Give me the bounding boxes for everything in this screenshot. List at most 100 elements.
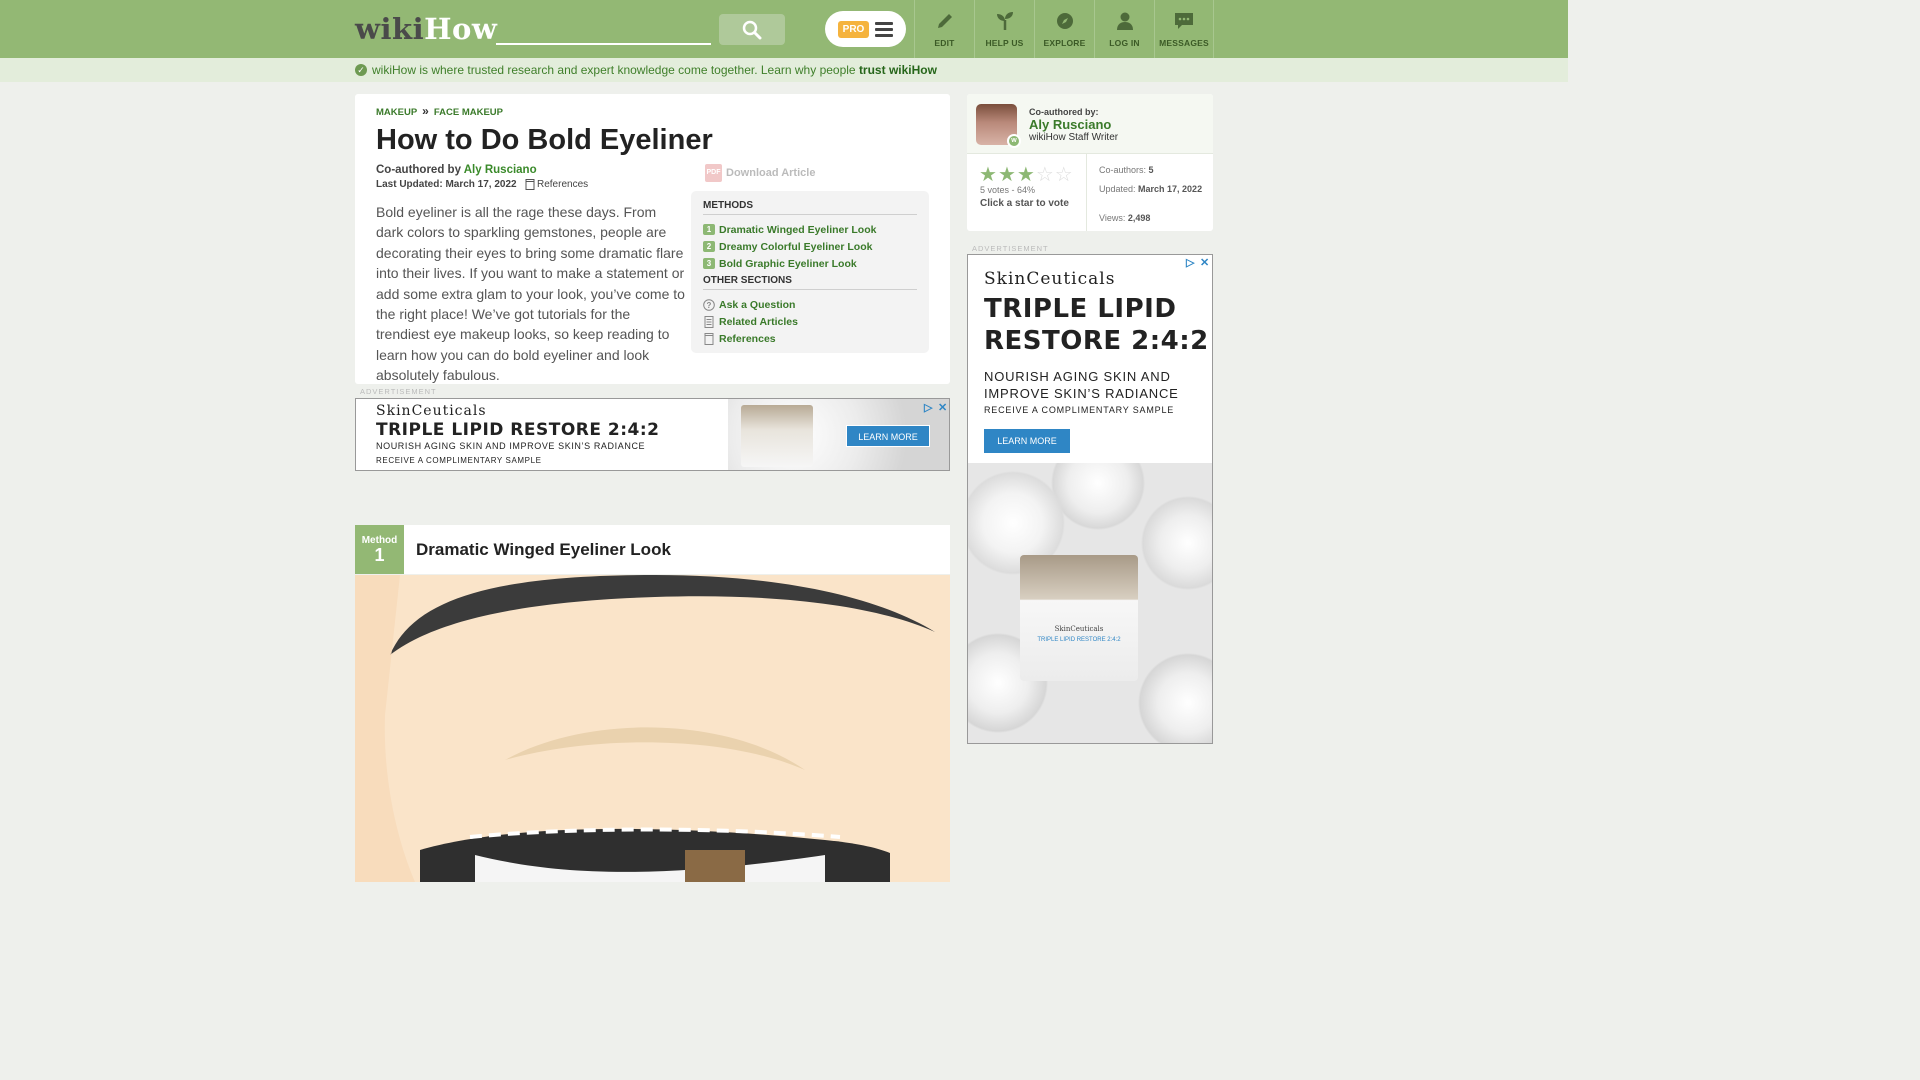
step-illustration[interactable] [355,575,950,882]
wikihow-logo[interactable]: wikiHow [355,12,497,46]
nav-explore[interactable]: EXPLORE [1034,0,1094,58]
updated-value: March 17, 2022 [1138,184,1203,194]
nav-messages[interactable]: MESSAGES [1154,0,1214,58]
ad-product-jar: SkinCeuticals TRIPLE LIPID RESTORE 2:4:2 [1020,555,1138,681]
star-icon[interactable]: ☆ [1055,165,1073,185]
sprout-icon [996,12,1013,30]
method-tag: Method 1 [355,525,404,574]
ad-headline: TRIPLE LIPID RESTORE 2:4:2 [376,420,660,440]
stats-divider [1086,154,1087,231]
hamburger-icon [875,21,894,37]
table-of-contents: METHODS 1 Dramatic Winged Eyeliner Look 2… [691,191,929,353]
star-icon[interactable]: ★ [1017,165,1035,185]
ad-brand: SkinCeuticals [984,269,1116,289]
logo-wiki-text: wiki [355,12,425,46]
coauthors-stat: Co-authors: 5 [1099,165,1154,175]
advertisement-label: ADVERTISEMENT [972,244,1049,253]
coauthors-label: Co-authors: [1099,165,1149,175]
views-value: 2,498 [1127,213,1151,223]
page-title: How to Do Bold Eyeliner [376,124,713,156]
svg-text:?: ? [707,301,712,310]
toc-methods-heading: METHODS [703,200,917,215]
author-link[interactable]: Aly Rusciano [464,164,537,176]
nav-edit[interactable]: EDIT [914,0,974,58]
toc-method-number: 1 [703,224,715,235]
intro-paragraph: Bold eyeliner is all the rage these days… [376,204,685,384]
ad-product-jar [741,405,813,467]
ad-learn-more-button[interactable]: LEARN MORE [984,429,1070,453]
references-link[interactable]: References [525,179,588,190]
views-label: Views: [1099,213,1128,223]
star-icon[interactable]: ★ [998,165,1016,185]
jar-product-text: TRIPLE LIPID RESTORE 2:4:2 [1037,637,1121,643]
toc-method-number: 3 [703,258,715,269]
toc-ask-question[interactable]: ? Ask a Question [703,296,917,313]
toc-other-label: Ask a Question [719,298,796,311]
star-icon[interactable]: ★ [979,165,997,185]
search-icon [742,20,762,39]
main-menu-button[interactable]: PRO [825,11,906,47]
chat-icon [1175,13,1193,29]
views-stat: Views: 2,498 [1099,213,1150,223]
adchoices-icon[interactable]: ▷ [924,401,932,414]
coauthor-prefix: Co-authored by [376,164,464,176]
breadcrumb-face-makeup[interactable]: FACE MAKEUP [434,107,503,118]
bookmark-icon [703,332,715,345]
trust-wikihow-link[interactable]: trust wikiHow [859,63,937,77]
votes-count: 5 votes - 64% [980,185,1036,195]
close-icon[interactable]: ✕ [938,401,947,414]
breadcrumb-separator: » [422,104,429,118]
sidebar-advertisement[interactable]: SkinCeuticals TRIPLE LIPID RESTORE 2:4:2… [967,254,1213,744]
logo-how-text: How [424,12,498,46]
method-header: Method 1 Dramatic Winged Eyeliner Look [355,525,950,574]
ad-headline: TRIPLE LIPID RESTORE 2:4:2 [984,294,1209,356]
ad-learn-more-button[interactable]: LEARN MORE [846,425,930,447]
method-number: 1 [374,545,385,565]
user-icon [1116,12,1133,30]
coauthors-value: 5 [1148,165,1154,175]
toc-method-2[interactable]: 2 Dreamy Colorful Eyeliner Look [703,238,917,255]
toc-other-heading: OTHER SECTIONS [703,275,917,290]
nav-messages-label: MESSAGES [1159,38,1209,48]
top-header: wikiHow PRO EDIT HELP US EXPLORE LOG IN … [0,0,1568,58]
search-input[interactable] [496,19,711,45]
breadcrumb-makeup[interactable]: MAKEUP [376,107,417,118]
nav-log-in[interactable]: LOG IN [1094,0,1154,58]
toc-method-3[interactable]: 3 Bold Graphic Eyeliner Look [703,255,917,272]
ad-subheadline: NOURISH AGING SKIN AND IMPROVE SKIN’S RA… [376,441,646,451]
updated-stat: Updated: March 17, 2022 [1099,182,1204,196]
toc-method-number: 2 [703,241,715,252]
pencil-icon [937,14,952,28]
nav-help-us-label: HELP US [985,38,1024,48]
toc-related-articles[interactable]: Related Articles [703,313,917,330]
sidebar-author-name[interactable]: Aly Rusciano [1029,117,1111,132]
rating-stars[interactable]: ★ ★ ★ ☆ ☆ [979,165,1073,185]
references-link-label: References [537,179,589,190]
nav-help-us[interactable]: HELP US [974,0,1034,58]
pdf-icon: PDF [705,164,722,182]
download-article-button[interactable]: PDF Download Article [705,164,815,182]
pro-badge: PRO [837,20,870,38]
trust-bar: ✓ wikiHow is where trusted research and … [0,58,1568,82]
trust-text-body: wikiHow is where trusted research and ex… [372,63,859,77]
close-icon[interactable]: ✕ [1200,256,1209,269]
toc-other-label: References [719,332,776,345]
toc-method-1[interactable]: 1 Dramatic Winged Eyeliner Look [703,221,917,238]
avatar[interactable]: w [976,104,1021,148]
toc-references[interactable]: References [703,330,917,347]
banner-advertisement[interactable]: SkinCeuticals TRIPLE LIPID RESTORE 2:4:2… [355,398,950,471]
download-article-label: Download Article [726,167,816,179]
ad-offer-text: RECEIVE A COMPLIMENTARY SAMPLE [984,405,1175,415]
adchoices-icon[interactable]: ▷ [1186,256,1194,269]
search-button[interactable] [719,14,785,45]
method-title: Dramatic Winged Eyeliner Look [416,540,671,559]
nav-log-in-label: LOG IN [1109,38,1140,48]
jar-brand-text: SkinCeuticals [1054,625,1104,633]
ad-subheadline: NOURISH AGING SKIN AND IMPROVE SKIN’S RA… [984,369,1179,401]
star-icon[interactable]: ☆ [1036,165,1054,185]
nav-edit-label: EDIT [934,38,955,48]
bookmark-icon [525,179,535,190]
nav-explore-label: EXPLORE [1043,38,1086,48]
coauthor-line: Co-authored by Aly Rusciano [376,164,537,176]
checkmark-icon: ✓ [355,64,367,76]
